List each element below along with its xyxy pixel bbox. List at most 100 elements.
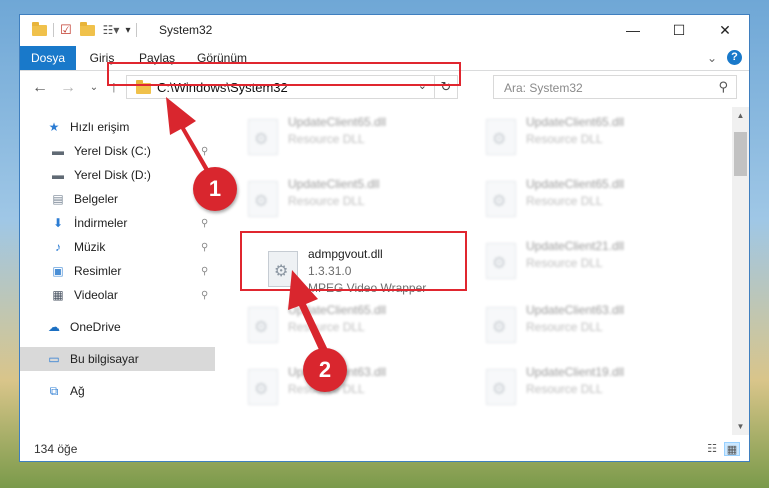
pin-icon: ⚲ [201, 217, 209, 229]
list-item[interactable]: ⚙ UpdateClient5.dll Resource DLL [242, 173, 467, 229]
sidebar-item-label: Belgeler [74, 192, 119, 206]
maximize-button[interactable]: ☐ [656, 15, 702, 45]
dll-file-icon: ⚙ [248, 181, 278, 217]
sidebar-item-videos[interactable]: ▦ Videolar ⚲ [20, 283, 215, 307]
list-item[interactable]: ⚙ UpdateClient63.dll Resource DLL [242, 361, 467, 417]
sidebar-item-music[interactable]: ♪ Müzik ⚲ [20, 235, 215, 259]
tiles-view-icon[interactable]: ▦ [724, 442, 740, 456]
sidebar-item-local-disk-d[interactable]: ▬ Yerel Disk (D:) ⚲ [20, 163, 215, 187]
search-box[interactable]: Ara: System32 ⚲ [493, 75, 737, 99]
sidebar-item-label: Resimler [74, 264, 122, 278]
window-title: System32 [159, 23, 213, 37]
list-item[interactable]: ⚙ UpdateClient19.dll Resource DLL [480, 361, 705, 417]
file-description: Resource DLL [526, 320, 603, 334]
sidebar-item-label: Müzik [74, 240, 106, 254]
file-name: UpdateClient21.dll [526, 239, 625, 253]
folder-icon [32, 21, 47, 36]
file-name: UpdateClient65.dll [288, 303, 387, 317]
toolbar-divider [53, 23, 54, 37]
sidebar-item-this-pc[interactable]: ▭ Bu bilgisayar [20, 347, 215, 371]
file-name: UpdateClient65.dll [526, 115, 625, 129]
scrollbar-thumb[interactable] [734, 132, 747, 176]
minimize-button[interactable]: — [610, 15, 656, 45]
file-name: UpdateClient65.dll [526, 177, 625, 191]
sidebar-item-label: Yerel Disk (C:) [74, 144, 151, 158]
sidebar-item-pictures[interactable]: ▣ Resimler ⚲ [20, 259, 215, 283]
tab-file[interactable]: Dosya [20, 46, 76, 70]
sidebar-item-documents[interactable]: ▤ Belgeler ⚲ [20, 187, 215, 211]
downloads-icon: ⬇ [52, 216, 64, 230]
vertical-scrollbar[interactable]: ▲ ▼ [732, 107, 749, 435]
network-icon: ⧉ [49, 384, 59, 398]
close-button[interactable]: ✕ [702, 15, 748, 45]
star-icon: ★ [48, 120, 60, 134]
step-2-badge: 2 [303, 348, 347, 392]
file-name: UpdateClient19.dll [526, 365, 625, 379]
scroll-up-arrow-icon[interactable]: ▲ [732, 107, 749, 124]
ribbon-expand-icon[interactable]: ⌄ [704, 46, 720, 70]
sidebar-item-network[interactable]: ⧉ Ağ [20, 379, 215, 403]
sidebar-item-local-disk-c[interactable]: ▬ Yerel Disk (C:) ⚲ [20, 139, 215, 163]
search-icon[interactable]: ⚲ [718, 79, 728, 95]
drive-icon: ▬ [52, 168, 64, 182]
videos-icon: ▦ [52, 288, 64, 302]
sidebar-item-onedrive[interactable]: ☁ OneDrive [20, 315, 215, 339]
list-item[interactable]: ⚙ UpdateClient21.dll Resource DLL [480, 235, 705, 291]
help-icon[interactable]: ? [727, 50, 742, 65]
recent-locations-button[interactable]: ⌄ [84, 79, 104, 97]
sidebar-item-label: Yerel Disk (D:) [74, 168, 151, 182]
sidebar-item-label: Ağ [70, 384, 85, 398]
new-folder-icon[interactable] [79, 21, 95, 36]
status-bar: 134 öğe ☷ ▦ [20, 437, 749, 461]
details-view-icon[interactable]: ☷ [704, 442, 720, 456]
dll-file-icon: ⚙ [248, 369, 278, 405]
pin-icon: ⚲ [201, 241, 209, 253]
file-highlight-box [240, 231, 467, 291]
music-icon: ♪ [55, 240, 61, 254]
item-count: 134 öğe [34, 442, 78, 456]
dll-file-icon: ⚙ [486, 243, 516, 279]
pin-icon: ⚲ [201, 265, 209, 277]
customize-toolbar-icon[interactable]: ▾ [125, 25, 130, 36]
dll-file-icon: ⚙ [248, 307, 278, 343]
toolbar-divider [136, 23, 138, 37]
list-item[interactable]: ⚙ UpdateClient65.dll Resource DLL [242, 111, 467, 167]
cloud-icon: ☁ [48, 320, 60, 334]
file-description: Resource DLL [526, 382, 603, 396]
step-1-badge: 1 [193, 167, 237, 211]
documents-icon: ▤ [52, 192, 64, 206]
list-item[interactable]: ⚙ UpdateClient65.dll Resource DLL [242, 299, 467, 355]
file-name: UpdateClient63.dll [526, 303, 625, 317]
view-options-icon[interactable]: ☷▾ [103, 23, 120, 37]
file-description: Resource DLL [288, 320, 365, 334]
sidebar-item-label: OneDrive [70, 320, 121, 334]
sidebar-item-quick-access[interactable]: ★ Hızlı erişim [20, 115, 215, 139]
navigation-pane: ★ Hızlı erişim ▬ Yerel Disk (C:) ⚲ ▬ Yer… [20, 107, 215, 435]
title-bar: ☑ ☷▾ ▾ System32 — ☐ ✕ [20, 15, 749, 46]
file-description: Resource DLL [526, 132, 603, 146]
pin-icon: ⚲ [201, 145, 209, 157]
dll-file-icon: ⚙ [486, 307, 516, 343]
list-item[interactable]: ⚙ UpdateClient65.dll Resource DLL [480, 173, 705, 229]
address-highlight-box [107, 62, 461, 86]
dll-file-icon: ⚙ [486, 181, 516, 217]
search-input[interactable]: Ara: System32 [504, 81, 583, 95]
file-description: Resource DLL [288, 132, 365, 146]
file-description: Resource DLL [288, 194, 365, 208]
computer-icon: ▭ [48, 352, 60, 366]
file-description: Resource DLL [526, 194, 603, 208]
back-button[interactable]: ← [30, 79, 50, 97]
dll-file-icon: ⚙ [248, 119, 278, 155]
dll-file-icon: ⚙ [486, 369, 516, 405]
sidebar-item-downloads[interactable]: ⬇ İndirmeler ⚲ [20, 211, 215, 235]
properties-icon[interactable]: ☑ [60, 22, 72, 38]
list-item[interactable]: ⚙ UpdateClient65.dll Resource DLL [480, 111, 705, 167]
scroll-down-arrow-icon[interactable]: ▼ [732, 418, 749, 435]
forward-button[interactable]: → [58, 79, 78, 97]
dll-file-icon: ⚙ [486, 119, 516, 155]
pin-icon: ⚲ [201, 289, 209, 301]
file-name: UpdateClient5.dll [288, 177, 380, 191]
list-item[interactable]: ⚙ UpdateClient63.dll Resource DLL [480, 299, 705, 355]
file-description: Resource DLL [526, 256, 603, 270]
drive-icon: ▬ [52, 144, 64, 158]
